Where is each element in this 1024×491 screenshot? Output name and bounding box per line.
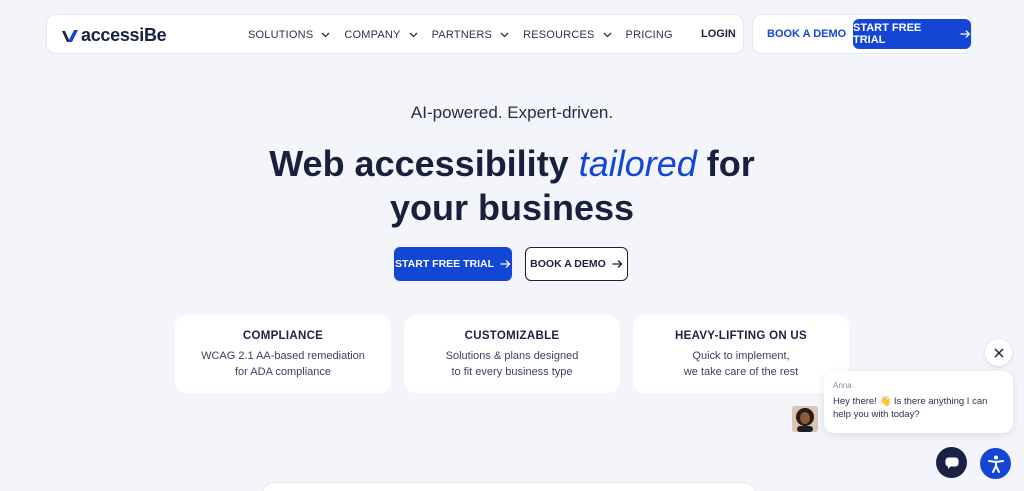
- chevron-down-icon: [321, 32, 330, 38]
- feature-line: to fit every business type: [451, 366, 573, 378]
- button-label: START FREE TRIAL: [853, 22, 922, 46]
- chat-message-bubble[interactable]: Anna Hey there! 👋 Is there anything I ca…: [824, 371, 1013, 433]
- chat-agent-name: Anna: [833, 381, 852, 390]
- feature-description: Solutions & plans designed to fit every …: [404, 348, 620, 380]
- brand-logo[interactable]: accessiBe: [61, 25, 167, 46]
- feature-card-heavy-lifting: HEAVY-LIFTING ON US Quick to implement, …: [633, 315, 849, 393]
- close-icon: [993, 347, 1004, 358]
- login-link[interactable]: LOGIN: [701, 28, 736, 40]
- nav-item-solutions[interactable]: SOLUTIONS: [248, 29, 330, 41]
- nav-item-partners[interactable]: PARTNERS: [432, 29, 509, 41]
- logo-text: accessiBe: [81, 25, 167, 45]
- hero-headline: Web accessibility tailored for your busi…: [0, 142, 1024, 230]
- feature-line: we take care of the rest: [683, 366, 799, 378]
- hero-start-trial-button[interactable]: START FREE TRIAL: [394, 247, 512, 281]
- headline-line2: your business: [389, 187, 635, 228]
- nav-item-label: SOLUTIONS: [248, 29, 314, 41]
- chat-bubble-icon: [945, 457, 958, 469]
- nav-item-company[interactable]: COMPANY: [344, 29, 418, 41]
- arrow-right-icon: [612, 260, 623, 268]
- agent-photo-icon: [792, 406, 818, 432]
- feature-title: CUSTOMIZABLE: [464, 330, 560, 342]
- arrow-right-icon: [500, 260, 511, 268]
- hero-book-demo-button[interactable]: BOOK A DEMO: [525, 247, 628, 281]
- feature-description: WCAG 2.1 AA-based remediation for ADA co…: [175, 348, 391, 380]
- feature-line: Solutions & plans designed: [445, 350, 579, 362]
- nav-item-resources[interactable]: RESOURCES: [523, 29, 612, 41]
- nav-menu: SOLUTIONS COMPANY PARTNERS RESOURCES PRI…: [248, 15, 687, 55]
- main-nav: accessiBe SOLUTIONS COMPANY PARTNERS RES…: [46, 14, 744, 54]
- feature-card-customizable: CUSTOMIZABLE Solutions & plans designed …: [404, 315, 620, 393]
- hero-eyebrow: AI-powered. Expert-driven.: [410, 103, 614, 122]
- button-label: BOOK A DEMO: [530, 258, 606, 270]
- headline-accent: tailored: [578, 143, 697, 184]
- button-label: START FREE TRIAL: [395, 258, 494, 270]
- feature-description: Quick to implement, we take care of the …: [633, 348, 849, 380]
- feature-title: COMPLIANCE: [242, 330, 324, 342]
- chevron-down-icon: [500, 32, 509, 38]
- accessibility-menu-button[interactable]: [980, 448, 1011, 479]
- chat-launcher-button[interactable]: [936, 447, 967, 478]
- chat-close-button[interactable]: [985, 339, 1012, 366]
- logo-mark-icon: [62, 29, 78, 42]
- headline-start: Web accessibility: [269, 143, 579, 184]
- feature-line: WCAG 2.1 AA-based remediation: [201, 350, 365, 362]
- headline-end: for: [696, 143, 755, 184]
- chevron-down-icon: [603, 32, 612, 38]
- accessibility-person-icon: [987, 455, 1004, 473]
- start-trial-button[interactable]: START FREE TRIAL: [853, 19, 971, 49]
- nav-item-label: PARTNERS: [431, 29, 493, 41]
- feature-title: HEAVY-LIFTING ON US: [675, 330, 807, 342]
- feature-card-compliance: COMPLIANCE WCAG 2.1 AA-based remediation…: [175, 315, 391, 393]
- nav-item-label: RESOURCES: [523, 29, 595, 41]
- content-panel-preview: [262, 482, 756, 491]
- chevron-down-icon: [409, 32, 418, 38]
- nav-item-label: COMPANY: [344, 29, 401, 41]
- book-demo-link[interactable]: BOOK A DEMO: [767, 28, 846, 40]
- feature-line: Quick to implement,: [692, 350, 790, 362]
- nav-item-label: PRICING: [625, 29, 673, 41]
- feature-line: for ADA compliance: [235, 366, 331, 378]
- arrow-right-icon: [960, 30, 971, 38]
- nav-cta-group: BOOK A DEMO START FREE TRIAL: [752, 14, 972, 54]
- chat-message-text: Hey there! 👋 Is there anything I can hel…: [833, 396, 988, 420]
- chat-agent-avatar: [792, 406, 818, 432]
- nav-item-pricing[interactable]: PRICING: [626, 29, 673, 41]
